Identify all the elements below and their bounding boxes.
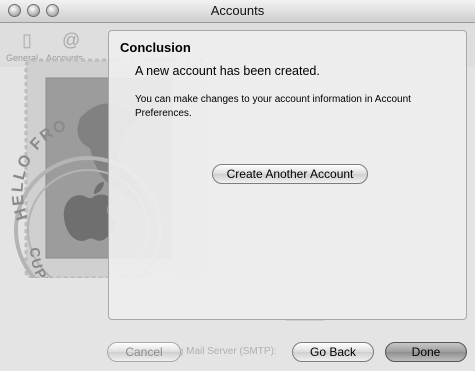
done-button[interactable]: Done <box>385 342 467 362</box>
create-another-account-button[interactable]: Create Another Account <box>212 164 368 184</box>
conclusion-panel: Conclusion A new account has been create… <box>108 30 467 320</box>
window-title: Accounts <box>210 3 265 18</box>
accounts-window: Accounts ▯ @ General Accounts HELLO FRO … <box>0 0 475 371</box>
title-bar: Accounts <box>0 0 475 23</box>
panel-heading: Conclusion <box>120 40 191 55</box>
cancel-button[interactable]: Cancel <box>107 342 181 362</box>
account-created-message: A new account has been created. <box>135 64 320 78</box>
preferences-note: You can make changes to your account inf… <box>135 94 411 119</box>
background-smtp-label: ing Mail Server (SMTP): <box>170 346 277 357</box>
go-back-button[interactable]: Go Back <box>292 342 374 362</box>
